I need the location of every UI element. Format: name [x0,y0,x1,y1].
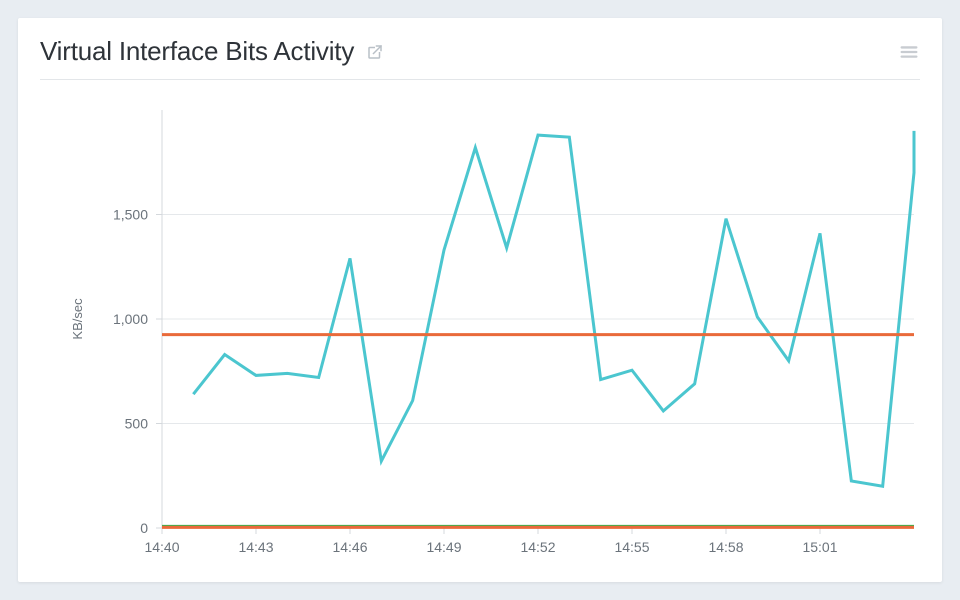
x-tick-label: 14:58 [708,539,743,555]
x-tick-label: 14:46 [332,539,367,555]
x-tick-label: 14:49 [426,539,461,555]
series-bits-activity [193,131,914,486]
popout-icon[interactable] [366,43,384,61]
x-tick-label: 14:55 [614,539,649,555]
y-tick-label: 0 [140,520,148,536]
x-tick-label: 14:52 [520,539,555,555]
x-tick-label: 14:40 [144,539,179,555]
panel-header: Virtual Interface Bits Activity [40,36,920,80]
y-tick-label: 500 [125,416,149,432]
y-tick-label: 1,000 [113,311,148,327]
title-group: Virtual Interface Bits Activity [40,36,384,67]
x-tick-label: 15:01 [802,539,837,555]
y-axis-label: KB/sec [70,298,85,340]
hamburger-menu-icon[interactable] [898,41,920,63]
chart-panel: Virtual Interface Bits Activity 0 500 1,00… [18,18,942,582]
line-chart: 0 500 1,000 1,500 KB/sec 14:40 14:43 14:46 14:49… [40,92,920,572]
y-tick-label: 1,500 [113,207,148,223]
x-tick-label: 14:43 [238,539,273,555]
chart-area: 0 500 1,000 1,500 KB/sec 14:40 14:43 14:46 14:49… [40,92,920,572]
panel-title: Virtual Interface Bits Activity [40,36,354,67]
